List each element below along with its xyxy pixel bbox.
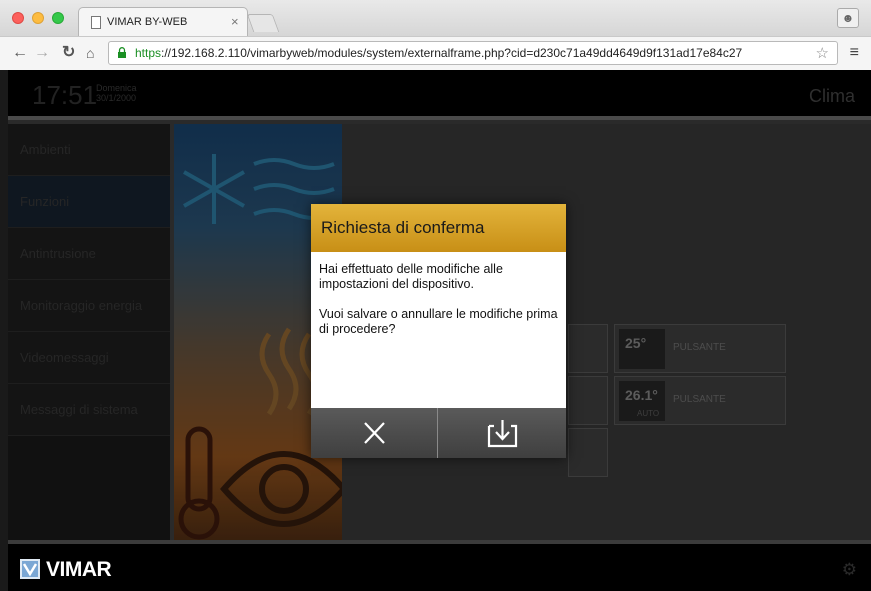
sidebar-item-antintrusione[interactable]: Antintrusione (8, 228, 170, 280)
window-zoom-button[interactable] (52, 12, 64, 24)
dialog-body: Hai effettuato delle modifiche alle impo… (319, 262, 559, 352)
confirm-dialog: Richiesta di conferma Hai effettuato del… (311, 204, 566, 458)
new-tab-button[interactable] (246, 14, 280, 32)
thermometer-icon (178, 426, 220, 540)
temperature-display: 25° (619, 329, 665, 369)
download-save-icon (487, 420, 518, 448)
tab-title: VIMAR BY-WEB (107, 16, 188, 28)
gear-icon[interactable]: ⚙ (842, 560, 857, 580)
tab-bar: VIMAR BY-WEB × ☻ (0, 0, 871, 36)
lock-icon (118, 47, 126, 58)
forward-icon[interactable]: → (34, 43, 50, 63)
temperature-value: 26.1° (625, 387, 658, 403)
control-tile-left[interactable] (568, 428, 608, 477)
sidebar-item-videomessaggi[interactable]: Videomessaggi (8, 332, 170, 384)
thermostat-tile[interactable]: 25° PULSANTE (614, 324, 786, 373)
sidebar-item-label: Messaggi di sistema (20, 402, 138, 417)
dialog-footer (311, 408, 566, 458)
save-button[interactable] (439, 408, 566, 458)
sidebar: Ambienti Funzioni Antintrusione Monitora… (8, 124, 170, 540)
vimar-logo-icon (20, 559, 40, 579)
app-header: 17:51 Domenica 30/1/2000 Clima (8, 70, 871, 120)
reload-icon[interactable]: ↻ (62, 43, 75, 63)
mode-label: AUTO (637, 409, 660, 418)
section-title: Clima (808, 86, 855, 106)
bookmark-star-icon[interactable]: ☆ (816, 44, 829, 62)
control-tile-left[interactable] (568, 376, 608, 425)
menu-icon[interactable]: ≡ (850, 44, 859, 62)
dialog-title: Richiesta di conferma (321, 218, 485, 237)
dialog-message: Hai effettuato delle modifiche alle impo… (319, 262, 503, 291)
temperature-display: 26.1° AUTO (619, 381, 665, 421)
app-footer: VIMAR ⚙ (8, 540, 871, 591)
date-value: 30/1/2000 (96, 93, 137, 103)
day-name: Domenica (96, 83, 137, 93)
sidebar-item-messaggi[interactable]: Messaggi di sistema (8, 384, 170, 436)
browser-tab[interactable]: VIMAR BY-WEB × (78, 7, 248, 36)
clock-time: 17:51 (32, 80, 98, 110)
sidebar-item-funzioni[interactable]: Funzioni (8, 176, 170, 228)
home-icon[interactable]: ⌂ (86, 43, 94, 63)
control-tile-left[interactable] (568, 324, 608, 373)
browser-chrome: VIMAR BY-WEB × ☻ ← → ↻ ⌂ https://192.168… (0, 0, 871, 70)
window-minimize-button[interactable] (32, 12, 44, 24)
browser-toolbar: ← → ↻ ⌂ https://192.168.2.110/vimarbyweb… (0, 36, 871, 70)
thermostat-tile[interactable]: 26.1° AUTO PULSANTE (614, 376, 786, 425)
sidebar-item-label: Ambienti (20, 142, 71, 157)
tile-label: PULSANTE (673, 394, 726, 405)
snowflake-icon (183, 154, 245, 224)
brand-name: VIMAR (46, 558, 112, 581)
address-bar[interactable]: https://192.168.2.110/vimarbyweb/modules… (108, 41, 838, 65)
temperature-value: 25° (625, 335, 647, 351)
tab-close-icon[interactable]: × (231, 14, 239, 29)
tile-label: PULSANTE (673, 342, 726, 353)
sidebar-item-label: Videomessaggi (20, 350, 109, 365)
eye-icon (220, 451, 342, 527)
back-icon[interactable]: ← (12, 43, 28, 63)
window-close-button[interactable] (12, 12, 24, 24)
heat-waves-icon (259, 327, 319, 416)
dialog-header: Richiesta di conferma (311, 204, 566, 252)
sidebar-item-monitoraggio[interactable]: Monitoraggio energia (8, 280, 170, 332)
sidebar-item-ambienti[interactable]: Ambienti (8, 124, 170, 176)
sidebar-item-label: Antintrusione (20, 246, 96, 261)
close-icon (364, 422, 385, 444)
url-text: https://192.168.2.110/vimarbyweb/modules… (135, 46, 743, 60)
clock-date: Domenica 30/1/2000 (96, 83, 137, 103)
page-icon (91, 16, 101, 29)
profile-icon[interactable]: ☻ (837, 8, 859, 28)
sidebar-item-label: Monitoraggio energia (20, 298, 143, 313)
dialog-question: Vuoi salvare o annullare le modifiche pr… (319, 307, 558, 336)
cancel-button[interactable] (311, 408, 438, 458)
sidebar-item-label: Funzioni (20, 194, 70, 209)
